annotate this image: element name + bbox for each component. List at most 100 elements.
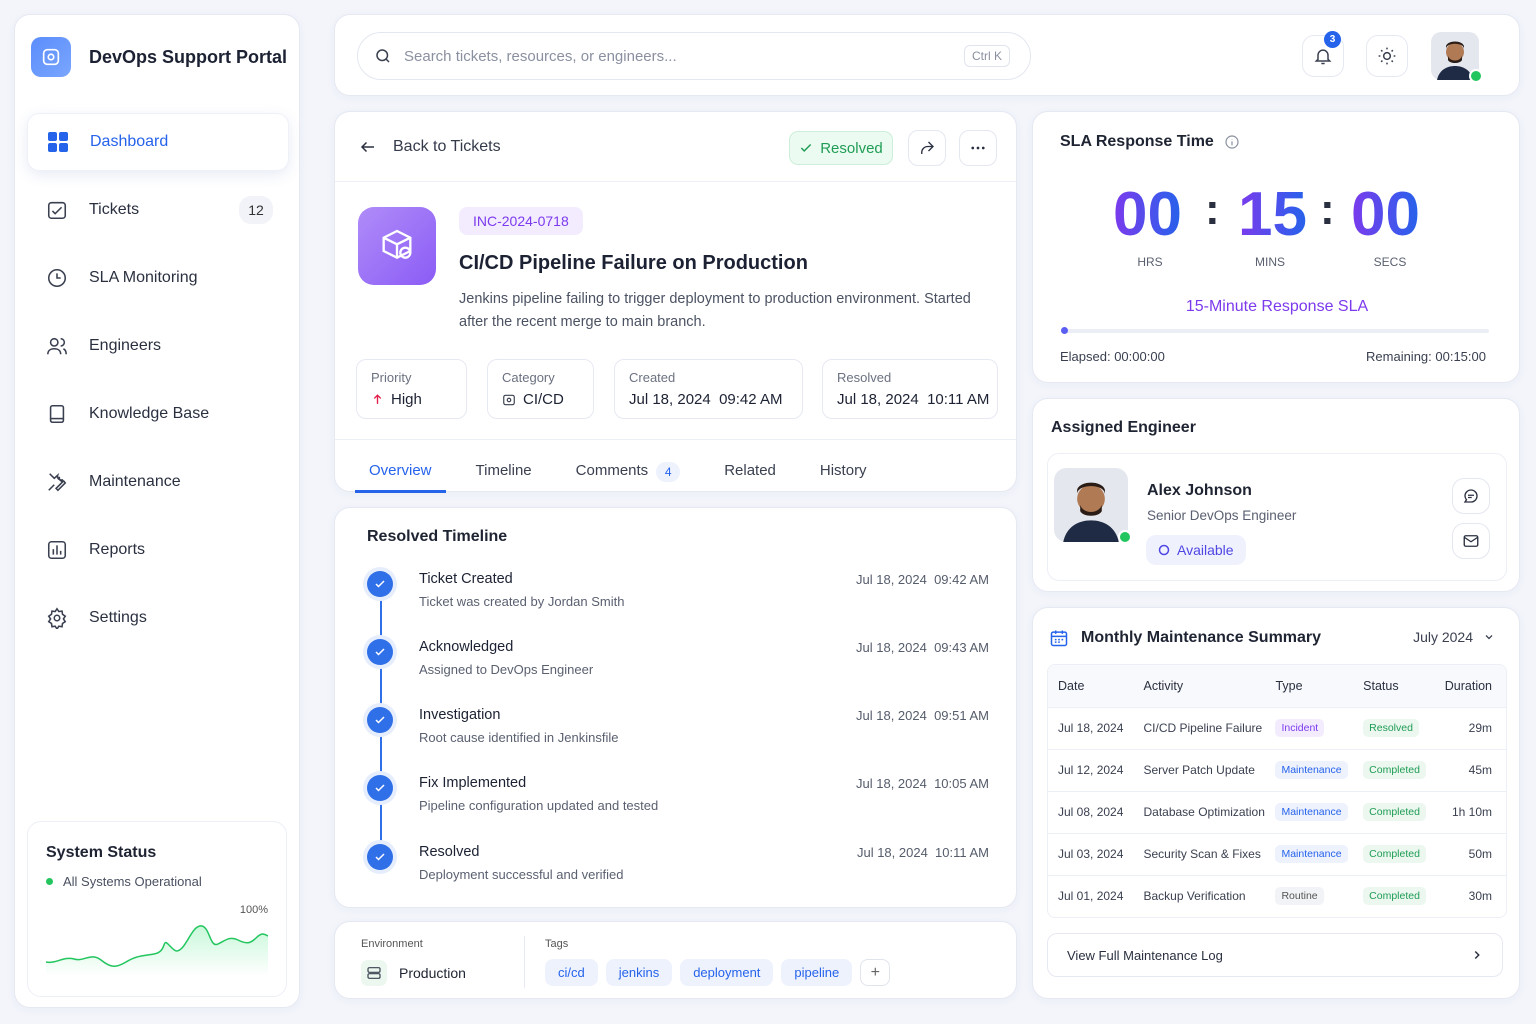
type-badge: Maintenance [1275, 845, 1348, 863]
system-status-card: System Status All Systems Operational 10… [27, 821, 287, 997]
info-icon[interactable] [1224, 134, 1240, 150]
bell-icon [1313, 46, 1333, 66]
users-icon [45, 334, 69, 358]
row-date: Jul 03, 2024 [1048, 833, 1134, 876]
table-row[interactable]: Jul 08, 2024 Database Optimization Maint… [1048, 791, 1506, 834]
sidebar-item-settings[interactable]: Settings [27, 589, 289, 647]
chat-icon [1462, 487, 1480, 505]
maintenance-table: Date Activity Type Status Duration Jul 1… [1047, 664, 1507, 918]
meta-resolved: Resolved Jul 18, 2024 10:11 AM [822, 359, 998, 419]
sidebar-item-reports[interactable]: Reports [27, 521, 289, 579]
timeline-item: Ticket Created Ticket was created by Jor… [367, 571, 997, 621]
tag-chip[interactable]: jenkins [605, 959, 673, 986]
engineer-section-title: Assigned Engineer [1051, 419, 1196, 436]
back-to-tickets-link[interactable]: Back to Tickets [359, 138, 501, 156]
tab-related[interactable]: Related [710, 452, 790, 493]
type-badge: Incident [1275, 719, 1325, 737]
table-row[interactable]: Jul 18, 2024 CI/CD Pipeline Failure Inci… [1048, 707, 1506, 750]
share-button[interactable] [908, 130, 946, 166]
row-date: Jul 08, 2024 [1048, 791, 1134, 834]
sla-remaining: Remaining: 00:15:00 [1366, 349, 1486, 364]
status-badge: Completed [1363, 887, 1426, 906]
view-maintenance-log-button[interactable]: View Full Maintenance Log [1047, 933, 1503, 977]
status-badge: Resolved [1363, 719, 1419, 737]
row-date: Jul 01, 2024 [1058, 889, 1124, 904]
month-select[interactable]: July 2024 [1413, 629, 1495, 645]
maintenance-summary-card: Monthly Maintenance Summary July 2024 Da… [1032, 607, 1520, 999]
circle-icon [1158, 544, 1170, 556]
ticket-detail-card: Back to Tickets Resolved INC-2024-0718 C… [334, 111, 1017, 493]
sla-progress-marker [1061, 327, 1068, 334]
app-title: DevOps Support Portal [89, 46, 288, 67]
timeline-item-title: Fix Implemented [419, 775, 527, 791]
sla-header: SLA Response Time [1060, 133, 1240, 151]
status-label: Resolved [820, 139, 883, 157]
minutes-label: MINS [1255, 255, 1285, 269]
table-row[interactable]: Jul 01, 2024 Backup Verification Routine… [1048, 875, 1506, 917]
engineer-avatar[interactable] [1054, 468, 1132, 544]
back-label: Back to Tickets [393, 138, 501, 155]
meta-created: Created Jul 18, 2024 09:42 AM [614, 359, 803, 419]
timeline-item-desc: Ticket was created by Jordan Smith [419, 594, 625, 609]
email-button[interactable] [1452, 523, 1490, 559]
tab-history[interactable]: History [806, 452, 881, 493]
created-value: Jul 18, 2024 09:42 AM [629, 391, 783, 408]
tickets-count-badge: 12 [239, 196, 273, 224]
sidebar-item-engineers[interactable]: Engineers [27, 317, 289, 375]
row-type: Maintenance [1265, 749, 1354, 792]
timeline-item-time: Jul 18, 2024 09:43 AM [856, 640, 989, 655]
row-date: Jul 12, 2024 [1048, 749, 1134, 792]
meta-category: Category CI/CD [487, 359, 594, 419]
package-icon [382, 229, 412, 259]
sidebar-item-sla-monitoring[interactable]: SLA Monitoring [27, 249, 289, 307]
column-header: Activity [1133, 665, 1266, 708]
colon-separator: : [1205, 185, 1220, 234]
category-value: CI/CD [523, 391, 564, 408]
sla-progress-bar [1061, 327, 1489, 334]
sla-title: SLA Response Time [1060, 133, 1214, 150]
tag-chip[interactable]: deployment [680, 959, 774, 986]
timeline-item-title: Ticket Created [419, 571, 513, 587]
sidebar-item-maintenance[interactable]: Maintenance [27, 453, 289, 511]
view-log-label: View Full Maintenance Log [1067, 947, 1223, 963]
chat-button[interactable] [1452, 478, 1490, 514]
status-dot-icon [46, 878, 53, 885]
tab-timeline[interactable]: Timeline [462, 452, 546, 493]
table-row[interactable]: Jul 12, 2024 Server Patch Update Mainten… [1048, 749, 1506, 792]
theme-toggle-button[interactable] [1366, 35, 1408, 77]
more-horizontal-icon [969, 139, 987, 157]
month-value: July 2024 [1413, 629, 1473, 645]
tab-comments[interactable]: Comments 4 [562, 452, 695, 493]
add-tag-button[interactable]: + [860, 959, 891, 986]
resolved-value: Jul 18, 2024 10:11 AM [837, 391, 990, 408]
more-options-button[interactable] [959, 130, 997, 166]
search-bar[interactable]: Ctrl K [357, 32, 1031, 80]
search-input[interactable] [404, 47, 944, 65]
row-activity: CI/CD Pipeline Failure [1133, 707, 1266, 750]
sidebar-item-label: Tickets [89, 201, 140, 218]
header-divider [335, 181, 1016, 182]
table-row[interactable]: Jul 03, 2024 Security Scan & Fixes Maint… [1048, 833, 1506, 876]
chevron-right-icon [1470, 948, 1484, 962]
tab-overview[interactable]: Overview [355, 452, 446, 493]
timeline-item: Fix Implemented Pipeline configuration u… [367, 775, 997, 825]
sidebar-item-label: Maintenance [89, 473, 181, 490]
brand[interactable]: DevOps Support Portal [31, 37, 287, 77]
status-sparkline [46, 925, 268, 976]
search-icon [374, 47, 392, 65]
sidebar-item-knowledge-base[interactable]: Knowledge Base [27, 385, 289, 443]
grid-icon [46, 130, 70, 154]
meta-label: Resolved [837, 370, 892, 385]
sidebar-item-tickets[interactable]: Tickets 12 [27, 181, 289, 239]
row-type: Maintenance [1265, 833, 1354, 876]
sidebar-item-dashboard[interactable]: Dashboard [27, 113, 289, 171]
gear-icon [45, 606, 69, 630]
engineer-name: Alex Johnson [1147, 482, 1252, 499]
user-avatar[interactable] [1431, 32, 1483, 83]
notifications-button[interactable]: 3 [1302, 31, 1344, 77]
row-duration: 45m [1434, 749, 1506, 792]
tag-chip[interactable]: pipeline [781, 959, 853, 986]
tag-chip[interactable]: ci/cd [545, 959, 598, 986]
timeline-item: Investigation Root cause identified in J… [367, 707, 997, 757]
row-date: Jul 18, 2024 [1048, 707, 1134, 750]
